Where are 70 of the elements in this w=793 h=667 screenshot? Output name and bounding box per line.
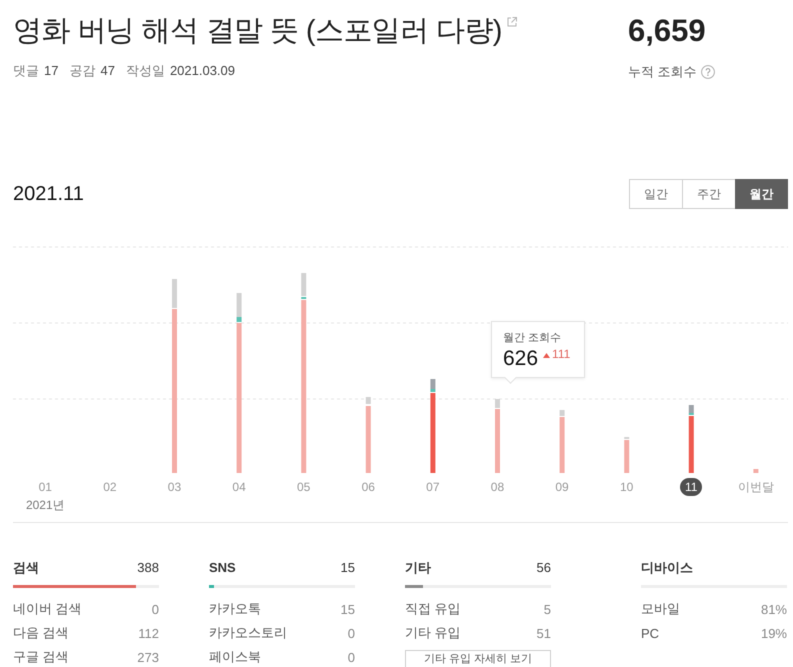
source-value: 15 [340, 602, 355, 616]
period-date: 2021.11 [13, 182, 84, 206]
month-label[interactable]: 05 [292, 478, 314, 496]
source-value: 81% [760, 602, 787, 616]
group-title: 디바이스 [641, 558, 693, 576]
tooltip-change: 111 [552, 347, 570, 362]
meta-label: 공감 [69, 63, 96, 79]
group-count: 388 [137, 560, 159, 575]
month-label[interactable]: 04 [228, 478, 250, 496]
month-bar[interactable] [366, 397, 371, 473]
meta-value: 2021.03.09 [170, 63, 236, 79]
month-label[interactable]: 03 [164, 478, 186, 496]
period-tab[interactable]: 일간 [629, 179, 682, 209]
source-value: 112 [138, 626, 159, 640]
month-bar[interactable] [753, 469, 758, 473]
month-bar[interactable] [495, 399, 500, 473]
up-triangle-icon [543, 353, 550, 358]
meta-value: 17 [44, 63, 58, 79]
period-tab[interactable]: 주간 [682, 179, 735, 209]
tooltip-value: 626 [503, 347, 538, 371]
external-link-icon[interactable] [506, 17, 517, 27]
source-label: 모바일 [641, 600, 680, 618]
source-label: PC [641, 626, 660, 640]
details-button[interactable]: 기타 유입 자세히 보기 [405, 650, 551, 667]
month-label[interactable]: 09 [551, 478, 573, 496]
month-label[interactable]: 이번달 [734, 478, 778, 496]
help-icon[interactable] [700, 65, 715, 79]
month-label[interactable]: 07 [422, 478, 444, 496]
source-label: 카카오스토리 [209, 624, 287, 642]
source-value: 0 [348, 626, 355, 640]
source-value: 0 [348, 650, 355, 664]
source-label: 기타 유입 [405, 624, 461, 642]
source-value: 51 [536, 626, 551, 640]
group-title: 검색 [13, 558, 39, 576]
group-title: 기타 [405, 558, 431, 576]
month-bar[interactable] [172, 279, 177, 473]
meta-label: 댓글 [13, 63, 39, 79]
month-label[interactable]: 11 [680, 478, 702, 496]
source-value: 5 [544, 602, 551, 616]
source-value: 273 [137, 650, 159, 664]
tooltip-label: 월간 조회수 [503, 331, 562, 345]
source-label: 직접 유입 [405, 600, 461, 618]
total-views-label: 누적 조회수 [628, 64, 697, 80]
source-value: 19% [760, 626, 787, 640]
month-label[interactable]: 10 [616, 478, 638, 496]
source-label: 페이스북 [209, 648, 261, 666]
month-bar[interactable] [688, 405, 694, 473]
month-label[interactable]: 08 [486, 478, 508, 496]
post-title: 영화 버닝 해석 결말 뜻 (스포일러 다량) [13, 14, 502, 49]
total-views-value: 6,659 [628, 12, 706, 50]
group-count: 15 [340, 560, 355, 575]
period-tab[interactable]: 월간 [735, 179, 788, 209]
month-label[interactable]: 06 [358, 478, 379, 496]
meta-value: 47 [100, 63, 115, 79]
source-label: 구글 검색 [13, 648, 69, 666]
month-label[interactable]: 01 [34, 478, 56, 496]
source-label: 다음 검색 [13, 624, 69, 642]
year-label: 2021년 [26, 498, 65, 512]
source-label: 카카오톡 [209, 600, 261, 618]
group-title: SNS [209, 560, 236, 575]
month-label[interactable]: 02 [99, 478, 121, 496]
source-label: 네이버 검색 [13, 600, 82, 618]
group-count: 56 [536, 560, 551, 575]
month-bar[interactable] [624, 437, 630, 473]
meta-label: 작성일 [126, 63, 165, 79]
month-bar[interactable] [236, 293, 242, 473]
month-bar[interactable] [301, 273, 306, 473]
month-bar[interactable] [430, 379, 436, 473]
source-value: 0 [152, 602, 159, 616]
month-bar[interactable] [560, 410, 565, 473]
